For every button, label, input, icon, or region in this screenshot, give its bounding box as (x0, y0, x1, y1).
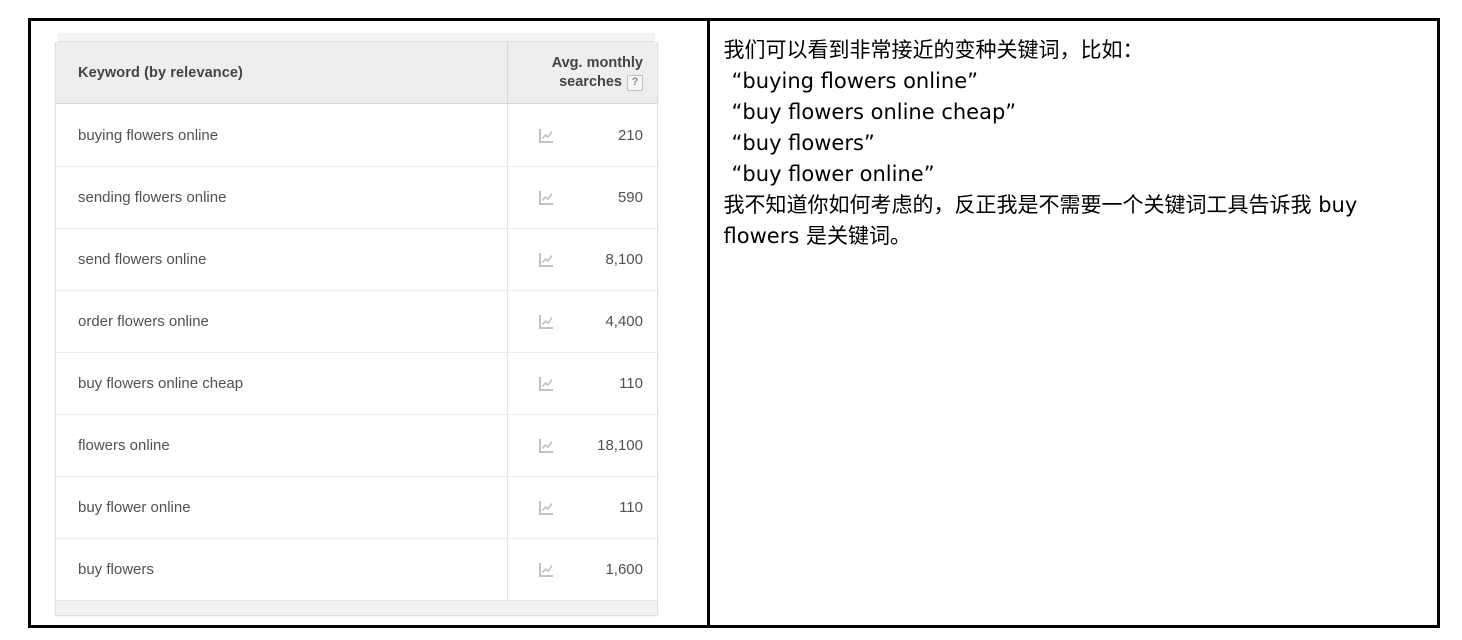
quoted-keyword-2: “buy flowers online cheap” (731, 100, 1017, 125)
panel-top-strip (58, 33, 655, 42)
cell-keyword: buy flowers (56, 539, 507, 600)
keyword-results-table: Keyword (by relevance) Avg. monthly sear… (55, 42, 658, 616)
commentary-cell: 我们可以看到非常接近的变种关键词，比如： “buying flowers onl… (709, 21, 1437, 625)
cell-keyword: send flowers online (56, 229, 507, 290)
metric-value: 1,600 (605, 561, 643, 578)
keyword-text: buy flower online (78, 499, 191, 516)
quoted-keyword-3: “buy flowers” (731, 131, 875, 156)
keyword-text: send flowers online (78, 251, 207, 268)
table-footer-strip (56, 600, 657, 615)
keyword-text: buy flowers online cheap (78, 375, 244, 392)
cell-avg-monthly-searches: 590 (507, 167, 657, 228)
cell-avg-monthly-searches: 4,400 (507, 291, 657, 352)
cell-keyword: flowers online (56, 415, 507, 476)
trend-chart-icon[interactable] (538, 251, 555, 268)
column-header-avg-monthly-searches[interactable]: Avg. monthly searches? (507, 42, 657, 103)
cell-avg-monthly-searches: 1,600 (507, 539, 657, 600)
trend-chart-icon[interactable] (538, 313, 555, 330)
column-header-keyword-label: Keyword (by relevance) (78, 64, 243, 81)
cell-keyword: buying flowers online (56, 104, 507, 166)
table-row[interactable]: flowers online 18,100 (56, 414, 657, 476)
cell-keyword: buy flowers online cheap (56, 353, 507, 414)
quoted-keyword-1: “buying flowers online” (731, 69, 978, 94)
metric-value: 8,100 (605, 251, 643, 268)
keyword-tool-screenshot-cell: Keyword (by relevance) Avg. monthly sear… (31, 21, 710, 625)
table-body: buying flowers online 210 sending flower… (56, 104, 657, 600)
table-row[interactable]: buying flowers online 210 (56, 104, 657, 166)
cell-avg-monthly-searches: 110 (507, 477, 657, 538)
metric-value: 110 (619, 499, 643, 516)
keyword-text: buy flowers (78, 561, 154, 578)
column-header-keyword[interactable]: Keyword (by relevance) (56, 42, 507, 103)
cell-keyword: order flowers online (56, 291, 507, 352)
cell-avg-monthly-searches: 18,100 (507, 415, 657, 476)
commentary-conclusion: 我不知道你如何考虑的，反正我是不需要一个关键词工具告诉我 buy flowers… (723, 193, 1358, 249)
table-row[interactable]: buy flowers 1,600 (56, 538, 657, 600)
keyword-text: order flowers online (78, 313, 209, 330)
keyword-planner-panel: Keyword (by relevance) Avg. monthly sear… (55, 33, 658, 616)
figure-frame: Keyword (by relevance) Avg. monthly sear… (28, 18, 1440, 628)
keyword-text: buying flowers online (78, 126, 219, 144)
table-header-row: Keyword (by relevance) Avg. monthly sear… (56, 42, 657, 104)
trend-chart-icon[interactable] (538, 189, 555, 206)
trend-chart-icon[interactable] (538, 127, 555, 144)
keyword-text: flowers online (78, 437, 170, 454)
commentary-intro: 我们可以看到非常接近的变种关键词，比如： (723, 38, 1144, 62)
metric-value: 18,100 (597, 437, 643, 454)
metric-value: 210 (617, 126, 643, 144)
table-row[interactable]: order flowers online 4,400 (56, 290, 657, 352)
cell-keyword: buy flower online (56, 477, 507, 538)
column-header-metric-line1: Avg. monthly (551, 55, 643, 72)
metric-value: 110 (619, 375, 643, 392)
table-row[interactable]: send flowers online 8,100 (56, 228, 657, 290)
table-row[interactable]: buy flowers online cheap 110 (56, 352, 657, 414)
trend-chart-icon[interactable] (538, 375, 555, 392)
cell-avg-monthly-searches: 210 (507, 104, 657, 166)
cell-avg-monthly-searches: 110 (507, 353, 657, 414)
table-row[interactable]: sending flowers online 590 (56, 166, 657, 228)
trend-chart-icon[interactable] (538, 437, 555, 454)
trend-chart-icon[interactable] (538, 561, 555, 578)
trend-chart-icon[interactable] (538, 499, 555, 516)
cell-avg-monthly-searches: 8,100 (507, 229, 657, 290)
help-icon[interactable]: ? (627, 74, 643, 91)
metric-value: 590 (617, 189, 643, 206)
metric-value: 4,400 (605, 313, 643, 330)
keyword-text: sending flowers online (78, 189, 227, 206)
column-header-metric-line2: searches (559, 73, 622, 90)
table-row[interactable]: buy flower online 110 (56, 476, 657, 538)
quoted-keyword-4: “buy flower online” (731, 162, 935, 187)
cell-keyword: sending flowers online (56, 167, 507, 228)
